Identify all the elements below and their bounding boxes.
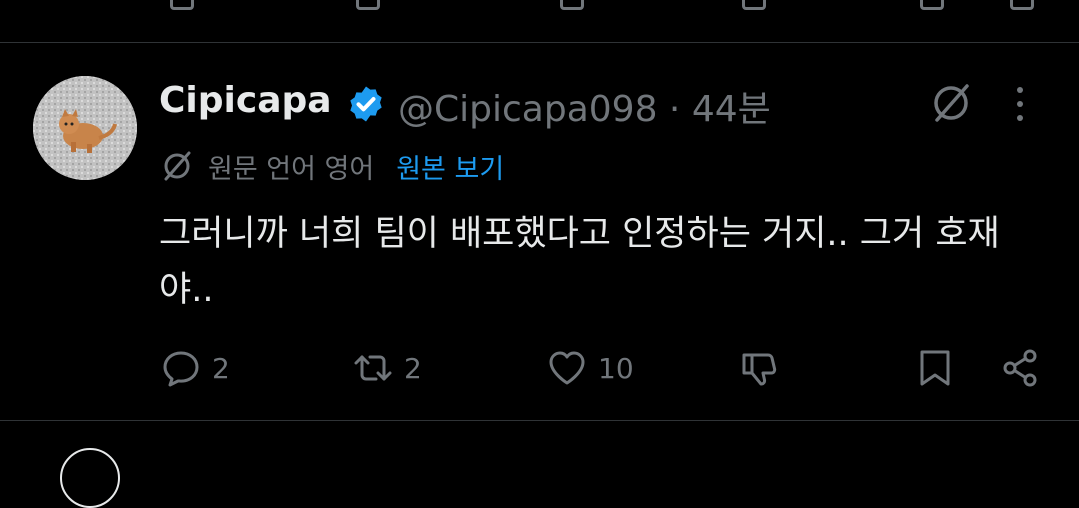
separator: ·: [657, 89, 692, 130]
share-icon: [1003, 349, 1037, 387]
translation-row: 원문 언어 영어 원본 보기: [160, 147, 504, 186]
like-icon: [549, 351, 585, 385]
post-text: 그러니까 너희 팀이 배포했다고 인정하는 거지.. 그거 호재야..: [159, 214, 1000, 310]
divider-top: [0, 42, 1079, 43]
previous-like-icon[interactable]: [560, 0, 584, 10]
previous-bookmark-icon[interactable]: [920, 0, 944, 10]
repost-icon: [354, 355, 392, 381]
previous-post-action-bar: [0, 0, 1079, 12]
show-original-link[interactable]: 원본 보기: [396, 147, 504, 186]
divider-bottom: [0, 420, 1079, 421]
like-button[interactable]: 10: [546, 346, 634, 390]
timestamp[interactable]: 44분: [692, 89, 771, 130]
repost-count: 2: [404, 351, 422, 385]
bookmark-button[interactable]: [914, 346, 956, 390]
reply-icon: [163, 351, 199, 387]
grok-icon[interactable]: [928, 80, 974, 126]
avatar[interactable]: [33, 76, 137, 180]
dislike-button[interactable]: [738, 346, 780, 390]
reply-count: 2: [212, 351, 230, 385]
translation-note: 원문 언어 영어: [208, 153, 375, 185]
share-button[interactable]: [1000, 346, 1042, 390]
verified-badge-icon[interactable]: [346, 84, 386, 124]
previous-reply-icon[interactable]: [170, 0, 194, 10]
dislike-icon: [742, 353, 777, 386]
previous-dislike-icon[interactable]: [742, 0, 766, 10]
previous-repost-icon[interactable]: [356, 0, 380, 10]
previous-share-icon[interactable]: [1010, 0, 1034, 10]
bookmark-icon: [920, 350, 950, 386]
reply-button[interactable]: 2: [160, 346, 230, 390]
display-name[interactable]: Cipicapa: [159, 80, 332, 121]
translate-icon: [164, 151, 191, 181]
handle[interactable]: @Cipicapa098: [398, 89, 657, 130]
more-icon[interactable]: [1010, 82, 1030, 126]
next-post-avatar[interactable]: [60, 448, 120, 508]
cat-photo: [33, 76, 137, 180]
like-count: 10: [598, 351, 634, 385]
handle-and-time: @Cipicapa098 · 44분: [398, 80, 771, 132]
repost-button[interactable]: 2: [352, 346, 422, 390]
